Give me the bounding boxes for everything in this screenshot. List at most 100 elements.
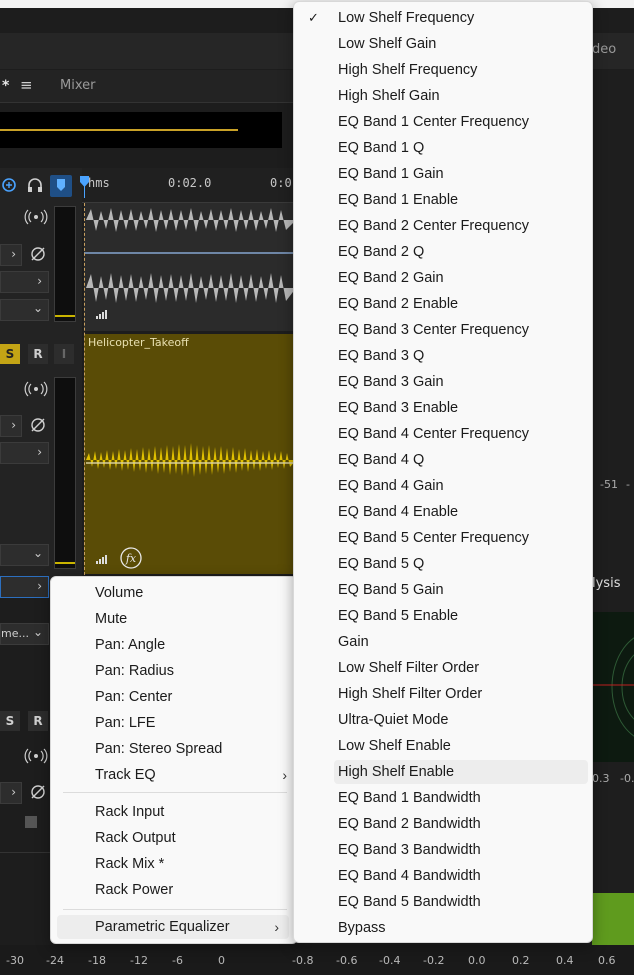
- tab-menu-icon[interactable]: ≡: [20, 76, 33, 94]
- track2-input-monitor-button[interactable]: I: [54, 344, 74, 364]
- track1-volume-line[interactable]: [84, 252, 300, 254]
- automation-icon[interactable]: [0, 175, 18, 195]
- submenu-item-label: Pan: Radius: [95, 663, 174, 679]
- submenu-item-label: Rack Power: [95, 882, 174, 898]
- track3-stop-icon[interactable]: [25, 816, 37, 828]
- menu-item-eq-band-2-enable[interactable]: EQ Band 2 Enable: [334, 292, 588, 316]
- submenu-item-parametric-equalizer[interactable]: Parametric Equalizer ›: [57, 915, 289, 939]
- track3-phase-invert-icon[interactable]: [28, 782, 48, 802]
- menu-item-label: EQ Band 3 Q: [338, 348, 425, 364]
- menu-item-eq-band-2-center-frequency[interactable]: EQ Band 2 Center Frequency: [334, 214, 588, 238]
- menu-item-gain[interactable]: Gain: [334, 630, 588, 654]
- track3-expander-selected[interactable]: ›: [0, 576, 49, 598]
- track3-output-icon[interactable]: [24, 748, 48, 764]
- submenu-item-pan-lfe[interactable]: Pan: LFE: [95, 711, 285, 735]
- track1-input-expander[interactable]: ›: [0, 244, 22, 266]
- menu-item-eq-band-1-center-frequency[interactable]: EQ Band 1 Center Frequency: [334, 110, 588, 134]
- editor-tab-modified[interactable]: *: [2, 78, 9, 94]
- menu-item-eq-band-4-enable[interactable]: EQ Band 4 Enable: [334, 500, 588, 524]
- track2-solo-button[interactable]: S: [0, 344, 20, 364]
- menu-item-eq-band-4-gain[interactable]: EQ Band 4 Gain: [334, 474, 588, 498]
- submenu-item-rack-power[interactable]: Rack Power: [95, 878, 285, 902]
- track1-automation-dropdown[interactable]: ⌄: [0, 299, 49, 321]
- playhead-icon[interactable]: [80, 176, 89, 198]
- menu-item-label: EQ Band 2 Q: [338, 244, 425, 260]
- submenu-item-volume[interactable]: Volume: [95, 581, 285, 605]
- svg-text:fx: fx: [125, 552, 137, 565]
- menu-item-ultra-quiet-mode[interactable]: Ultra-Quiet Mode: [334, 708, 588, 732]
- track2-level-meter: [54, 377, 76, 569]
- level-tick-label: -18: [88, 954, 106, 967]
- submenu-item-rack-mix[interactable]: Rack Mix *: [95, 852, 285, 876]
- track2-phase-invert-icon[interactable]: [28, 415, 48, 435]
- checkmark-icon: ✓: [308, 10, 319, 25]
- headphones-icon[interactable]: [26, 176, 44, 194]
- menu-item-eq-band-3-bandwidth[interactable]: EQ Band 3 Bandwidth: [334, 838, 588, 862]
- submenu-item-mute[interactable]: Mute: [95, 607, 285, 631]
- menu-item-high-shelf-enable[interactable]: High Shelf Enable: [334, 760, 588, 784]
- menu-item-eq-band-5-center-frequency[interactable]: EQ Band 5 Center Frequency: [334, 526, 588, 550]
- clip-fx-icon[interactable]: fx: [120, 547, 142, 569]
- menu-item-eq-band-1-bandwidth[interactable]: EQ Band 1 Bandwidth: [334, 786, 588, 810]
- video-tab-fragment[interactable]: deo: [592, 42, 616, 57]
- menu-item-label: EQ Band 4 Center Frequency: [338, 426, 530, 442]
- menu-item-eq-band-4-bandwidth[interactable]: EQ Band 4 Bandwidth: [334, 864, 588, 888]
- chevron-right-icon: ›: [274, 919, 279, 935]
- track1-phase-invert-icon[interactable]: [28, 244, 48, 264]
- menu-item-eq-band-3-q[interactable]: EQ Band 3 Q: [334, 344, 588, 368]
- menu-item-bypass[interactable]: Bypass: [334, 916, 588, 940]
- menu-item-eq-band-1-q[interactable]: EQ Band 1 Q: [334, 136, 588, 160]
- menu-item-low-shelf-enable[interactable]: Low Shelf Enable: [334, 734, 588, 758]
- submenu-item-label: Parametric Equalizer: [95, 919, 230, 935]
- right-meter-label-51: -51: [600, 478, 618, 491]
- analysis-tab-fragment[interactable]: lysis: [592, 576, 620, 591]
- menu-item-eq-band-3-center-frequency[interactable]: EQ Band 3 Center Frequency: [334, 318, 588, 342]
- menu-item-low-shelf-gain[interactable]: Low Shelf Gain: [334, 32, 588, 56]
- menu-item-high-shelf-frequency[interactable]: High Shelf Frequency: [334, 58, 588, 82]
- track1-output-icon[interactable]: [24, 209, 48, 225]
- menu-item-low-shelf-filter-order[interactable]: Low Shelf Filter Order: [334, 656, 588, 680]
- menu-item-eq-band-2-bandwidth[interactable]: EQ Band 2 Bandwidth: [334, 812, 588, 836]
- marker-icon[interactable]: [50, 175, 72, 197]
- menu-item-eq-band-1-enable[interactable]: EQ Band 1 Enable: [334, 188, 588, 212]
- track3-dropdown-text: me...: [1, 627, 29, 640]
- tab-mixer[interactable]: Mixer: [60, 78, 95, 93]
- track3-dropdown[interactable]: me... ⌄: [0, 623, 49, 645]
- menu-item-label: EQ Band 3 Enable: [338, 400, 459, 416]
- menu-item-eq-band-1-gain[interactable]: EQ Band 1 Gain: [334, 162, 588, 186]
- submenu-item-pan-radius[interactable]: Pan: Radius: [95, 659, 285, 683]
- menu-item-low-shelf-frequency[interactable]: Low Shelf Frequency: [334, 6, 588, 30]
- menu-item-label: EQ Band 4 Bandwidth: [338, 868, 481, 884]
- submenu-item-label: Pan: Angle: [95, 637, 166, 653]
- menu-item-high-shelf-gain[interactable]: High Shelf Gain: [334, 84, 588, 108]
- track2-input-expander[interactable]: ›: [0, 415, 22, 437]
- submenu-item-pan-stereo-spread[interactable]: Pan: Stereo Spread: [95, 737, 285, 761]
- menu-item-high-shelf-filter-order[interactable]: High Shelf Filter Order: [334, 682, 588, 706]
- menu-item-eq-band-4-q[interactable]: EQ Band 4 Q: [334, 448, 588, 472]
- menu-item-eq-band-4-center-frequency[interactable]: EQ Band 4 Center Frequency: [334, 422, 588, 446]
- menu-item-eq-band-5-bandwidth[interactable]: EQ Band 5 Bandwidth: [334, 890, 588, 914]
- menu-item-eq-band-2-q[interactable]: EQ Band 2 Q: [334, 240, 588, 264]
- track2-output-icon[interactable]: [24, 381, 48, 397]
- menu-item-eq-band-5-q[interactable]: EQ Band 5 Q: [334, 552, 588, 576]
- track3-record-button[interactable]: R: [28, 711, 48, 731]
- track3-input-expander[interactable]: ›: [0, 782, 22, 804]
- submenu-item-rack-input[interactable]: Rack Input: [95, 800, 285, 824]
- menu-item-eq-band-3-enable[interactable]: EQ Band 3 Enable: [334, 396, 588, 420]
- correlation-tick-label: -0.6: [336, 954, 358, 967]
- track2-record-button[interactable]: R: [28, 344, 48, 364]
- menu-item-label: Bypass: [338, 920, 386, 936]
- track1-output-expander[interactable]: ›: [0, 271, 49, 293]
- track3-solo-button[interactable]: S: [0, 711, 20, 731]
- submenu-item-pan-angle[interactable]: Pan: Angle: [95, 633, 285, 657]
- track2-output-expander[interactable]: ›: [0, 442, 49, 464]
- menu-item-eq-band-5-enable[interactable]: EQ Band 5 Enable: [334, 604, 588, 628]
- menu-item-eq-band-5-gain[interactable]: EQ Band 5 Gain: [334, 578, 588, 602]
- submenu-item-pan-center[interactable]: Pan: Center: [95, 685, 285, 709]
- correlation-tick-label: -0.8: [292, 954, 314, 967]
- menu-item-eq-band-3-gain[interactable]: EQ Band 3 Gain: [334, 370, 588, 394]
- menu-item-eq-band-2-gain[interactable]: EQ Band 2 Gain: [334, 266, 588, 290]
- submenu-item-track-eq[interactable]: Track EQ ›: [95, 763, 287, 787]
- submenu-item-rack-output[interactable]: Rack Output: [95, 826, 285, 850]
- track2-automation-dropdown[interactable]: ⌄: [0, 544, 49, 566]
